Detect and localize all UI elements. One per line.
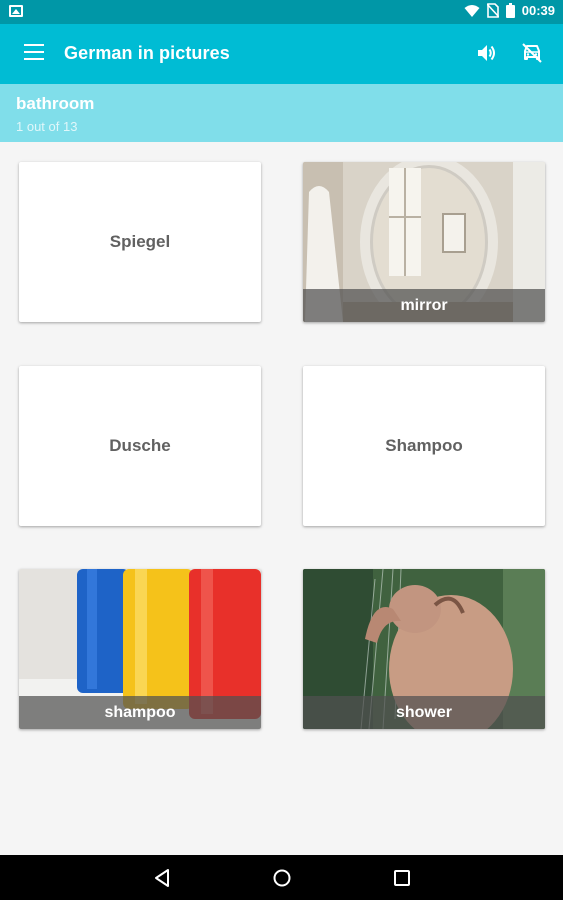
system-nav-bar <box>0 855 563 900</box>
no-sim-icon <box>486 3 499 18</box>
status-bar: 00:39 <box>0 0 563 24</box>
image-card-shower[interactable]: shower <box>303 569 545 729</box>
word-card-spiegel[interactable]: Spiegel <box>19 162 261 322</box>
category-title: bathroom <box>16 94 95 113</box>
battery-icon <box>505 3 515 18</box>
card-word: Spiegel <box>109 232 171 251</box>
word-card-dusche[interactable]: Dusche <box>19 366 261 526</box>
image-label: mirror <box>303 289 545 322</box>
card-word: Shampoo <box>385 436 463 455</box>
status-time: 00:39 <box>521 3 555 18</box>
wifi-icon <box>464 4 480 17</box>
app-bar: German in pictures <box>0 24 563 84</box>
image-label: shampoo <box>19 696 261 729</box>
recents-icon[interactable] <box>391 867 413 889</box>
home-icon[interactable] <box>271 867 293 889</box>
image-card-mirror[interactable]: mirror <box>303 162 545 322</box>
status-right: 00:39 <box>464 3 555 18</box>
sound-icon[interactable] <box>475 41 499 65</box>
word-card-shampoo[interactable]: Shampoo <box>303 366 545 526</box>
car-off-icon[interactable] <box>520 41 544 65</box>
card-word: Dusche <box>109 436 171 455</box>
gallery-icon <box>9 5 23 17</box>
back-icon[interactable] <box>151 867 173 889</box>
menu-icon[interactable] <box>24 44 44 60</box>
category-header: bathroom 1 out of 13 <box>0 84 563 142</box>
progress-text: 1 out of 13 <box>16 119 78 134</box>
app-title: German in pictures <box>64 43 230 63</box>
image-label: shower <box>303 696 545 729</box>
image-card-shampoo[interactable]: shampoo <box>19 569 261 729</box>
